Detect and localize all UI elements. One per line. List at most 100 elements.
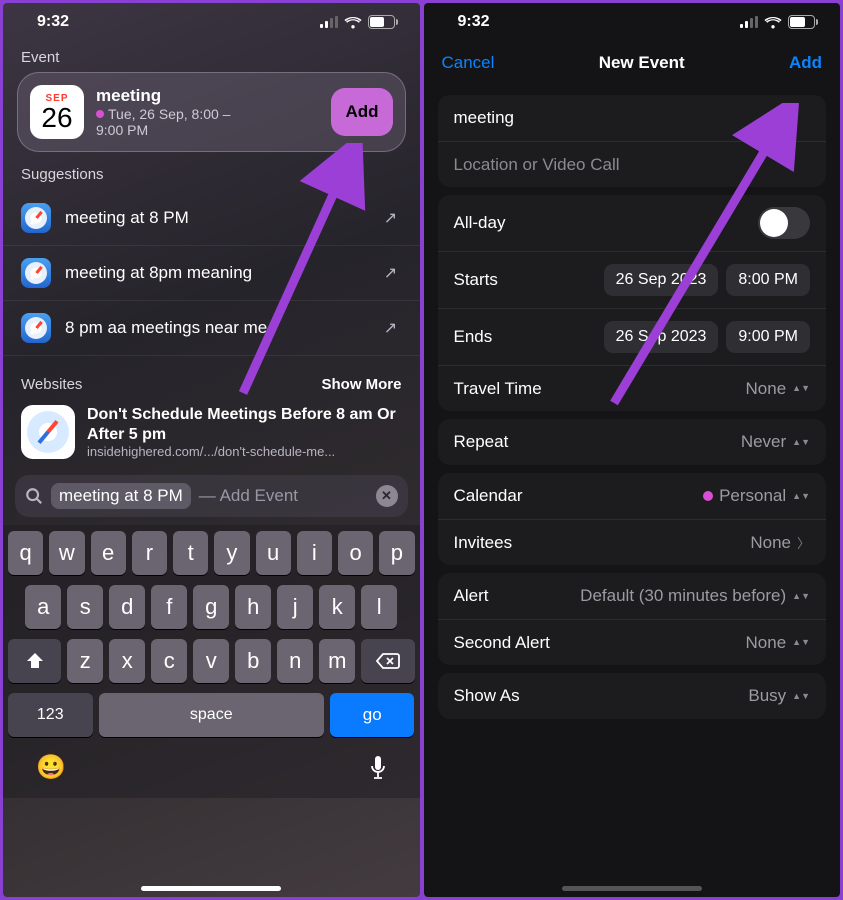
updown-icon: ▲▼ xyxy=(792,494,810,499)
add-event-button[interactable]: Add xyxy=(331,88,392,136)
fill-arrow-icon[interactable]: ↗ xyxy=(380,207,402,229)
search-icon xyxy=(25,487,43,505)
calendar-row[interactable]: Calendar Personal▲▼ xyxy=(438,473,827,519)
battery-icon: 65 xyxy=(788,15,818,29)
website-url: insidehighered.com/.../don't-schedule-me… xyxy=(87,444,402,459)
clear-search-button[interactable]: ✕ xyxy=(376,485,398,507)
key-i[interactable]: i xyxy=(297,531,332,575)
key-v[interactable]: v xyxy=(193,639,229,683)
key-x[interactable]: x xyxy=(109,639,145,683)
status-bar: 9:32 65 xyxy=(424,3,841,35)
key-w[interactable]: w xyxy=(49,531,84,575)
alert-row[interactable]: Alert Default (30 minutes before)▲▼ xyxy=(438,573,827,619)
allday-toggle[interactable] xyxy=(758,207,810,239)
key-k[interactable]: k xyxy=(319,585,355,629)
backspace-key[interactable] xyxy=(361,639,414,683)
invitees-row[interactable]: Invitees None〉 xyxy=(438,519,827,565)
clock: 9:32 xyxy=(458,13,490,31)
space-key[interactable]: space xyxy=(99,693,324,737)
key-q[interactable]: q xyxy=(8,531,43,575)
event-subtitle-2: 9:00 PM xyxy=(96,122,319,138)
safari-icon xyxy=(21,313,51,343)
home-indicator[interactable] xyxy=(141,886,281,891)
updown-icon: ▲▼ xyxy=(792,594,810,599)
repeat-card: Repeat Never▲▼ xyxy=(438,419,827,465)
search-query: meeting at 8 PM xyxy=(51,483,191,509)
calendar-color-dot-icon xyxy=(703,491,713,501)
clock: 9:32 xyxy=(37,13,69,31)
safari-app-icon xyxy=(21,405,75,459)
ends-row: Ends 26 Sep 2023 9:00 PM xyxy=(438,308,827,365)
event-card[interactable]: SEP 26 meeting Tue, 26 Sep, 8:00 – 9:00 … xyxy=(17,72,406,152)
go-key[interactable]: go xyxy=(330,693,415,737)
screen-title: New Event xyxy=(599,53,685,73)
key-e[interactable]: e xyxy=(91,531,126,575)
section-event-label: Event xyxy=(3,35,420,72)
repeat-row[interactable]: Repeat Never▲▼ xyxy=(438,419,827,465)
end-date-button[interactable]: 26 Sep 2023 xyxy=(604,321,719,353)
suggestion-item[interactable]: 8 pm aa meetings near me ↗ xyxy=(3,301,420,356)
end-time-button[interactable]: 9:00 PM xyxy=(726,321,810,353)
add-button[interactable]: Add xyxy=(789,53,822,73)
website-result[interactable]: Don't Schedule Meetings Before 8 am Or A… xyxy=(3,399,420,469)
key-a[interactable]: a xyxy=(25,585,61,629)
travel-time-row[interactable]: Travel Time None▲▼ xyxy=(438,365,827,411)
key-d[interactable]: d xyxy=(109,585,145,629)
search-input[interactable]: meeting at 8 PM — Add Event ✕ xyxy=(15,475,408,517)
starts-row: Starts 26 Sep 2023 8:00 PM xyxy=(438,251,827,308)
event-text: meeting Tue, 26 Sep, 8:00 – 9:00 PM xyxy=(96,86,319,138)
wifi-icon xyxy=(344,16,362,29)
key-g[interactable]: g xyxy=(193,585,229,629)
show-more-button[interactable]: Show More xyxy=(321,376,401,393)
updown-icon: ▲▼ xyxy=(792,386,810,391)
event-subtitle: Tue, 26 Sep, 8:00 – xyxy=(96,106,319,122)
key-b[interactable]: b xyxy=(235,639,271,683)
fill-arrow-icon[interactable]: ↗ xyxy=(380,317,402,339)
key-j[interactable]: j xyxy=(277,585,313,629)
key-m[interactable]: m xyxy=(319,639,355,683)
showas-card: Show As Busy▲▼ xyxy=(438,673,827,719)
event-title: meeting xyxy=(96,86,319,106)
key-s[interactable]: s xyxy=(67,585,103,629)
key-r[interactable]: r xyxy=(132,531,167,575)
title-location-card: meeting Location or Video Call xyxy=(438,95,827,187)
cellular-icon xyxy=(320,16,338,28)
start-date-button[interactable]: 26 Sep 2023 xyxy=(604,264,719,296)
key-n[interactable]: n xyxy=(277,639,313,683)
cellular-icon xyxy=(740,16,758,28)
numbers-key[interactable]: 123 xyxy=(8,693,93,737)
location-field[interactable]: Location or Video Call xyxy=(438,141,827,187)
suggestion-item[interactable]: meeting at 8 PM ↗ xyxy=(3,191,420,246)
key-h[interactable]: h xyxy=(235,585,271,629)
shift-key[interactable] xyxy=(8,639,61,683)
battery-icon: 65 xyxy=(368,15,398,29)
new-event-screen: 9:32 65 Cancel New Event Add meeting Loc… xyxy=(424,3,841,897)
emoji-key[interactable]: 😀 xyxy=(36,753,66,782)
chevron-right-icon: 〉 xyxy=(797,533,810,552)
event-title-field[interactable]: meeting xyxy=(438,95,827,141)
key-z[interactable]: z xyxy=(67,639,103,683)
key-o[interactable]: o xyxy=(338,531,373,575)
suggestion-item[interactable]: meeting at 8pm meaning ↗ xyxy=(3,246,420,301)
wifi-icon xyxy=(764,16,782,29)
dictation-key[interactable] xyxy=(369,755,387,781)
key-l[interactable]: l xyxy=(361,585,397,629)
suggestions-list: meeting at 8 PM ↗ meeting at 8pm meaning… xyxy=(3,189,420,358)
home-indicator[interactable] xyxy=(562,886,702,891)
updown-icon: ▲▼ xyxy=(792,694,810,699)
start-time-button[interactable]: 8:00 PM xyxy=(726,264,810,296)
key-c[interactable]: c xyxy=(151,639,187,683)
allday-row: All-day xyxy=(438,195,827,251)
second-alert-row[interactable]: Second Alert None▲▼ xyxy=(438,619,827,665)
key-f[interactable]: f xyxy=(151,585,187,629)
key-y[interactable]: y xyxy=(214,531,249,575)
key-u[interactable]: u xyxy=(256,531,291,575)
showas-row[interactable]: Show As Busy▲▼ xyxy=(438,673,827,719)
calendar-invitees-card: Calendar Personal▲▼ Invitees None〉 xyxy=(438,473,827,565)
fill-arrow-icon[interactable]: ↗ xyxy=(380,262,402,284)
key-t[interactable]: t xyxy=(173,531,208,575)
websites-header: Websites Show More xyxy=(3,358,420,399)
key-p[interactable]: p xyxy=(379,531,414,575)
section-websites-label: Websites xyxy=(21,376,82,393)
cancel-button[interactable]: Cancel xyxy=(442,53,495,73)
